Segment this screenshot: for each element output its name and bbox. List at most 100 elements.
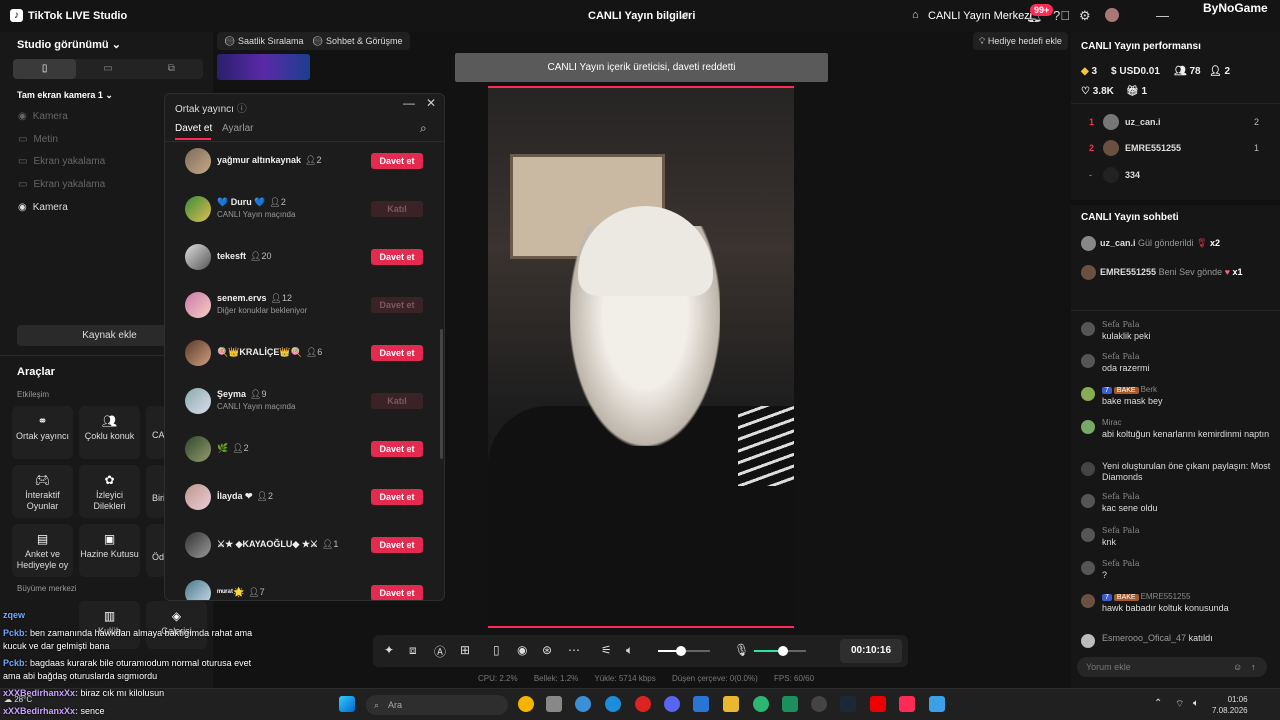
close-icon[interactable]: ✕ [426,96,436,110]
search-icon[interactable]: ⌕ [420,121,427,136]
performance-title: CANLI Yayın performansı [1081,41,1201,52]
invite-button[interactable]: Davet et [371,297,423,313]
app-icon-2[interactable] [811,696,827,712]
avatar[interactable] [1105,8,1119,22]
user-name: 💙 Duru 💙 👤︎2 [217,197,286,207]
promo-banner[interactable] [217,54,310,80]
effects-icon[interactable]: ⧈ [409,643,417,658]
taskbar-clock[interactable]: 01:06 7.08.2026 [1212,694,1248,716]
rank-name: uz_can.i [1125,117,1161,127]
discord-icon[interactable] [664,696,680,712]
magic-icon[interactable]: ✦ [384,643,394,657]
emoji-icon[interactable]: ☺ [1233,657,1242,677]
tool-more-2[interactable]: Biri [146,465,166,518]
invite-button[interactable]: Davet et [371,153,423,169]
source-screen-capture-2[interactable]: ▭ Ekran yakalama [18,179,105,190]
source-camera-active[interactable]: ◉ Kamera [18,202,68,213]
tab-invite[interactable]: Davet et [175,123,212,134]
volume-icon[interactable]: 🔈︎ [1193,698,1199,709]
studio-view-dropdown[interactable]: Studio görünümü ⌄ [17,38,121,51]
record-icon[interactable]: ◉ [517,643,527,657]
scene-dropdown[interactable]: Tam ekran kamera 1 ⌄ [17,90,113,101]
tab-settings[interactable]: Ayarlar [222,123,254,134]
minimize-icon[interactable]: — [1156,8,1169,23]
source-camera[interactable]: ◉ Kamera [18,111,68,122]
help-icon[interactable]: ?⃝ [1053,8,1070,23]
chrome-icon-2[interactable] [575,696,591,712]
folder-icon[interactable] [723,696,739,712]
steam-icon[interactable] [840,696,856,712]
scrollbar[interactable] [440,329,443,459]
chevron-up-icon[interactable]: ⌃ [1154,698,1162,709]
gift-goal-chip[interactable]: 💡︎ Hediye hedefi ekle [973,32,1068,50]
brand-watermark: ByNoGame [1203,1,1268,15]
chrome-icon[interactable] [518,696,534,712]
mic-slider-knob[interactable] [777,646,788,656]
tool-poll[interactable]: ▤ Anket ve Hediyeyle oy [12,524,73,577]
phone-icon[interactable]: ▯ [493,643,500,657]
source-screen-capture[interactable]: ▭ Ekran yakalama [18,156,105,167]
ranking-row[interactable]: - 334 [1081,167,1271,185]
invite-button[interactable]: Davet et [371,489,423,505]
user-name: Şeyma 👤︎9 [217,389,267,399]
tool-viewer-wishes[interactable]: ✿ İzleyici Dilekleri [79,465,140,518]
avatar [1081,322,1095,336]
mic-icon[interactable]: 🎙︎ [734,643,749,657]
invite-button[interactable]: Davet et [371,441,423,457]
portrait-layout-icon[interactable]: ▯ [13,59,77,79]
share-icon[interactable]: ⇗ [680,9,689,22]
gift-icon: 🎁︎ [1126,86,1139,97]
join-button[interactable]: Katıl [371,393,423,409]
overlay-chat-line: ama abi bağdaş oturuslarda sıgmıordu [3,671,158,681]
camera-switch-icon[interactable]: ⊛ [542,643,552,657]
speaker-slider-knob[interactable] [676,646,687,656]
app-icon-3[interactable] [929,696,945,712]
join-button[interactable]: Katıl [371,201,423,217]
invite-button[interactable]: Davet et [371,585,423,600]
chat-call-chip[interactable]: 🟡︎ Sohbet & Görüşme [305,32,410,50]
tool-interactive-games[interactable]: 🎮︎ İnteraktif Oyunlar [12,465,73,518]
start-icon[interactable] [339,696,355,712]
overlay-chat-line: xXXBedirhanxXx: sence [3,706,105,716]
list-item: yağmur altınkaynak 👤︎2 Davet et [185,146,425,176]
mail-icon[interactable] [693,696,709,712]
tool-more[interactable]: CA [146,406,166,459]
mixer-icon[interactable]: ⚟ [601,643,612,657]
task-view-icon[interactable] [546,696,562,712]
layout-switch[interactable]: ▯ ▭ ⧉ [13,59,203,79]
chrome-icon-3[interactable] [753,696,769,712]
right-panel: CANLI Yayın performansı ◆ 3 $ USD0.01 👥︎… [1071,32,1280,688]
tiktok-studio-icon[interactable] [899,696,915,712]
taskbar-search[interactable]: ⌕ Ara [366,695,508,715]
app-icon[interactable] [782,696,798,712]
ai-icon[interactable]: Ⓐ [434,643,446,660]
opera-icon[interactable] [635,696,651,712]
speaker-icon[interactable]: 🔈︎ [626,643,633,658]
invite-button[interactable]: Davet et [371,249,423,265]
source-text[interactable]: ▭ Metin [18,134,58,145]
live-center-link[interactable]: CANLI Yayın Merkezi [928,10,1032,22]
minimize-icon[interactable]: — [403,96,415,110]
wifi-icon[interactable]: ⌔ [1175,698,1184,711]
hourly-ranking-chip[interactable]: 🟡︎ Saatlik Sıralama [217,32,311,50]
gift-event: uz_can.i Gül gönderildi 🌹︎ x2 [1081,236,1220,251]
book-icon: ▥ [103,609,116,623]
tool-gallery[interactable]: ◈ Galerisi [146,601,207,649]
youtube-icon[interactable] [870,696,886,712]
more-icon[interactable]: ⋯ [568,643,580,657]
tool-treasure-box[interactable]: ▣ Hazine Kutusu [79,524,140,577]
landscape-layout-icon[interactable]: ▭ [76,59,139,79]
comment-input[interactable]: Yorum ekle ☺ ↑ [1077,657,1267,677]
edge-icon[interactable] [605,696,621,712]
send-icon[interactable]: ↑ [1251,657,1256,677]
tool-cohost[interactable]: ⚭ Ortak yayıncı [12,406,73,459]
invite-button[interactable]: Davet et [371,537,423,553]
ranking-row[interactable]: 1 uz_can.i 2 [1081,114,1271,132]
tool-multi-guest[interactable]: 👥︎ Çoklu konuk [79,406,140,459]
settings-icon[interactable]: ⚙ [1079,8,1091,24]
invite-button[interactable]: Davet et [371,345,423,361]
multi-layout-icon[interactable]: ⧉ [140,59,203,79]
tool-more-3[interactable]: Öd [146,524,166,577]
add-media-icon[interactable]: ⊞ [460,643,470,657]
ranking-row[interactable]: 2 EMRE551255 1 [1081,140,1271,158]
